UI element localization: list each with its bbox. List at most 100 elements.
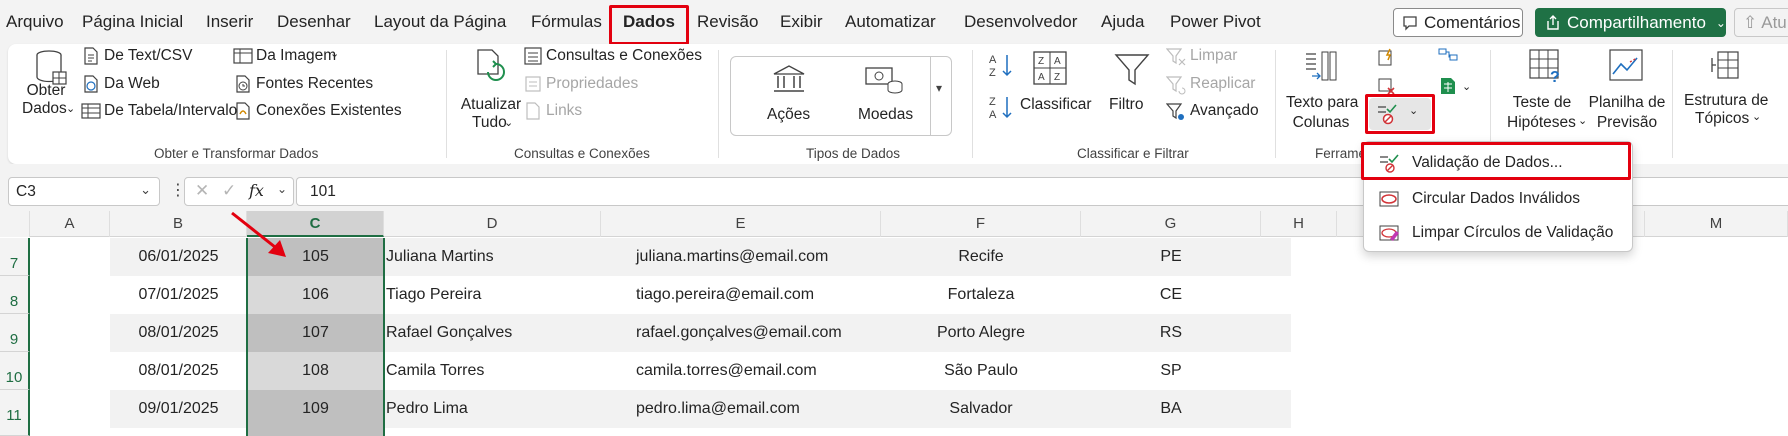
cell-date[interactable]: 08/01/2025 xyxy=(110,314,247,352)
gallery-more-button[interactable]: ▾ xyxy=(930,56,952,136)
col-header-e[interactable]: E xyxy=(601,211,881,237)
cell-city[interactable]: Recife xyxy=(881,238,1081,276)
existing-connections-button[interactable]: Conexões Existentes xyxy=(256,102,402,120)
insert-function-icon[interactable]: fx xyxy=(249,181,264,200)
cell-email[interactable]: rafael.gonçalves@email.com xyxy=(601,314,881,352)
recent-sources-button[interactable]: Fontes Recentes xyxy=(256,75,373,93)
cell-id[interactable]: 106 xyxy=(247,276,384,314)
from-web-button[interactable]: Da Web xyxy=(104,75,160,93)
sort-button[interactable]: Classificar xyxy=(1020,96,1091,114)
cell-state[interactable]: PE xyxy=(1081,238,1261,276)
from-table-range-button[interactable]: De Tabela/Intervalo xyxy=(104,102,237,120)
row-header-10[interactable]: 10 xyxy=(0,352,30,390)
forecast-sheet-label-2[interactable]: Previsão xyxy=(1586,114,1668,132)
filter-button[interactable]: Filtro xyxy=(1109,96,1143,114)
select-all-corner[interactable] xyxy=(0,211,30,237)
cell-id[interactable]: 107 xyxy=(247,314,384,352)
cell-name[interactable]: Juliana Martins xyxy=(386,238,601,276)
col-header-d[interactable]: D xyxy=(384,211,601,237)
menu-item-circle-invalid[interactable]: Circular Dados Inválidos xyxy=(1364,182,1632,216)
edit-links-button[interactable]: Links xyxy=(546,102,582,120)
cell-date[interactable]: 09/01/2025 xyxy=(110,390,247,428)
get-data-label-1[interactable]: Obter xyxy=(18,82,74,100)
comments-button[interactable]: Comentários xyxy=(1393,8,1523,37)
refresh-chevron-icon[interactable]: ⌄ xyxy=(504,114,513,132)
tab-exibir[interactable]: Exibir xyxy=(780,12,823,32)
links-icon xyxy=(526,102,540,120)
tab-inserir[interactable]: Inserir xyxy=(206,12,253,32)
col-header-b[interactable]: B xyxy=(110,211,247,237)
clear-filter-button[interactable]: Limpar xyxy=(1190,47,1237,65)
from-image-chevron-icon[interactable]: ⌄ xyxy=(330,45,339,63)
tab-ajuda[interactable]: Ajuda xyxy=(1101,12,1144,32)
cell-name[interactable]: Camila Torres xyxy=(386,352,601,390)
row-header-8[interactable]: 8 xyxy=(0,276,30,314)
tab-formulas[interactable]: Fórmulas xyxy=(531,12,602,32)
cell-email[interactable]: pedro.lima@email.com xyxy=(601,390,881,428)
cell-date[interactable]: 06/01/2025 xyxy=(110,238,247,276)
tab-pagina-inicial[interactable]: Página Inicial xyxy=(82,12,183,32)
cell-name[interactable]: Tiago Pereira xyxy=(386,276,601,314)
autosave-button[interactable]: ⇧ Atu xyxy=(1734,8,1788,37)
data-type-stocks[interactable]: Ações xyxy=(767,106,810,124)
what-if-label-2[interactable]: Hipóteses xyxy=(1507,114,1576,132)
cell-name[interactable]: Pedro Lima xyxy=(386,390,601,428)
cancel-icon[interactable]: ✕ xyxy=(195,181,209,201)
col-header-m[interactable]: M xyxy=(1645,211,1788,237)
cell-state[interactable]: SP xyxy=(1081,352,1261,390)
menu-item-clear-circles[interactable]: Limpar Círculos de Validação xyxy=(1364,216,1632,250)
row-header-11[interactable]: 11 xyxy=(0,390,30,436)
col-header-f[interactable]: F xyxy=(881,211,1081,237)
cell-id[interactable]: 108 xyxy=(247,352,384,390)
cell-state[interactable]: BA xyxy=(1081,390,1261,428)
data-model-chevron-icon[interactable]: ⌄ xyxy=(1462,78,1471,96)
properties-button[interactable]: Propriedades xyxy=(546,75,638,93)
get-data-chevron-icon[interactable]: ⌄ xyxy=(66,100,75,118)
tab-arquivo[interactable]: Arquivo xyxy=(6,12,64,32)
name-box-chevron-icon[interactable]: ⌄ xyxy=(140,182,151,198)
row-header-7[interactable]: 7 xyxy=(0,238,30,276)
col-header-a[interactable]: A xyxy=(30,211,110,237)
tab-automatizar[interactable]: Automatizar xyxy=(845,12,936,32)
refresh-all-label-1[interactable]: Atualizar xyxy=(456,96,526,114)
col-header-h[interactable]: H xyxy=(1261,211,1337,237)
cell-date[interactable]: 08/01/2025 xyxy=(110,352,247,390)
formula-expand-chevron-icon[interactable]: ⌄ xyxy=(277,182,287,196)
tab-power-pivot[interactable]: Power Pivot xyxy=(1170,12,1261,32)
cell-email[interactable]: camila.torres@email.com xyxy=(601,352,881,390)
data-type-currencies[interactable]: Moedas xyxy=(858,106,913,124)
cell-state[interactable]: RS xyxy=(1081,314,1261,352)
cell-date[interactable]: 07/01/2025 xyxy=(110,276,247,314)
cell-city[interactable]: São Paulo xyxy=(881,352,1081,390)
tab-layout-pagina[interactable]: Layout da Página xyxy=(374,12,506,32)
what-if-label-1[interactable]: Teste de xyxy=(1506,94,1578,112)
cell-city[interactable]: Salvador xyxy=(881,390,1081,428)
enter-icon[interactable]: ✓ xyxy=(222,181,236,201)
forecast-sheet-label-1[interactable]: Planilha de xyxy=(1586,94,1668,112)
advanced-filter-button[interactable]: Avançado xyxy=(1190,102,1259,120)
text-to-columns-label-1[interactable]: Texto para xyxy=(1286,94,1358,112)
reapply-button[interactable]: Reaplicar xyxy=(1190,75,1255,93)
cell-email[interactable]: tiago.pereira@email.com xyxy=(601,276,881,314)
cell-name[interactable]: Rafael Gonçalves xyxy=(386,314,601,352)
cell-city[interactable]: Fortaleza xyxy=(881,276,1081,314)
cell-id[interactable]: 109 xyxy=(247,390,384,436)
from-text-csv-button[interactable]: De Text/CSV xyxy=(104,47,192,65)
outline-label-2[interactable]: Tópicos xyxy=(1695,110,1749,128)
cell-state[interactable]: CE xyxy=(1081,276,1261,314)
col-header-g[interactable]: G xyxy=(1081,211,1261,237)
text-to-columns-label-2[interactable]: Colunas xyxy=(1286,114,1356,132)
cell-city[interactable]: Porto Alegre xyxy=(881,314,1081,352)
from-image-button[interactable]: Da Imagem xyxy=(256,47,336,65)
outline-chevron-icon[interactable]: ⌄ xyxy=(1752,108,1761,126)
tab-desenhar[interactable]: Desenhar xyxy=(277,12,351,32)
get-data-label-2[interactable]: Dados xyxy=(22,100,67,118)
row-header-9[interactable]: 9 xyxy=(0,314,30,352)
cell-email[interactable]: juliana.martins@email.com xyxy=(601,238,881,276)
share-button[interactable]: Compartilhamento ⌄ xyxy=(1535,8,1726,37)
tab-desenvolvedor[interactable]: Desenvolvedor xyxy=(964,12,1077,32)
name-box[interactable]: C3 ⌄ xyxy=(8,177,160,206)
tab-revisao[interactable]: Revisão xyxy=(697,12,758,32)
refresh-all-label-2[interactable]: Tudo xyxy=(472,114,507,132)
queries-connections-button[interactable]: Consultas e Conexões xyxy=(546,47,702,65)
